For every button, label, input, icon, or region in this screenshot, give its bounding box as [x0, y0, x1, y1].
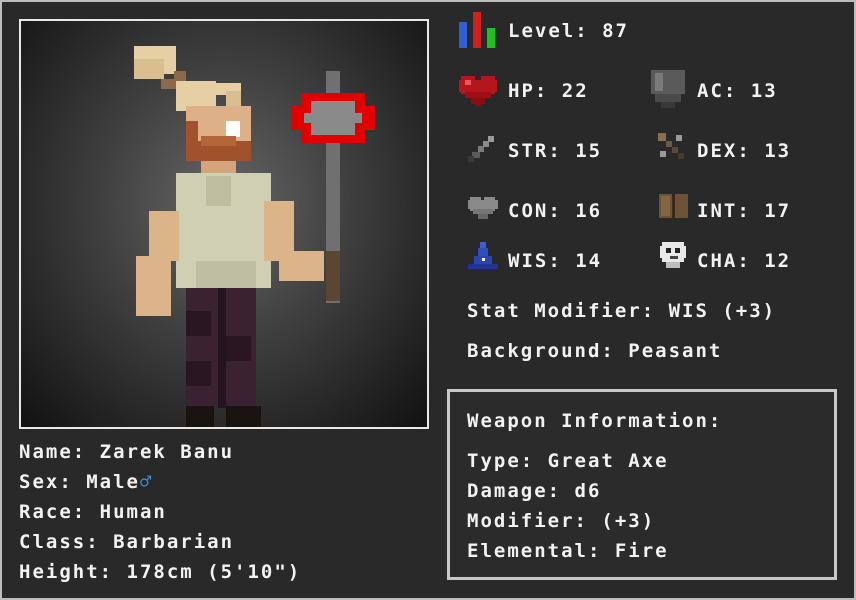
hp-value: 22 [561, 80, 589, 102]
heart-icon [459, 76, 497, 106]
weapon-type-row: Type: Great Axe [467, 450, 669, 472]
male-symbol-icon: ♂ [139, 471, 154, 493]
con-row: CON: 16 [508, 200, 602, 222]
weapon-elemental-row: Elemental: Fire [467, 540, 669, 562]
weapon-modifier-row: Modifier: (+3) [467, 510, 655, 532]
class-value: Barbarian [113, 531, 235, 553]
face-mask-icon [660, 242, 686, 268]
int-value: 17 [764, 200, 792, 222]
weapon-elemental-value: Fire [614, 540, 669, 562]
ac-row: AC: 13 [697, 80, 778, 102]
wizard-hat-icon [468, 242, 498, 269]
sex-row: Sex: Male♂ [19, 471, 153, 493]
cha-label: CHA: [697, 250, 751, 272]
level-bars-icon [459, 12, 495, 48]
hp-label: HP: [508, 80, 549, 102]
weapon-elemental-label: Elemental: [467, 540, 602, 562]
sex-label: Sex: [19, 471, 73, 493]
int-label: INT: [697, 200, 751, 222]
stat-modifier-value: WIS (+3) [668, 300, 777, 322]
book-icon [659, 194, 688, 218]
height-label: Height: [19, 561, 114, 583]
weapon-type-label: Type: [467, 450, 535, 472]
class-label: Class: [19, 531, 100, 553]
class-row: Class: Barbarian [19, 531, 234, 553]
height-value: 178cm (5'10") [126, 561, 302, 583]
crossbow-icon [658, 133, 684, 159]
level-row: Level: 87 [508, 20, 629, 42]
weapon-modifier-label: Modifier: [467, 510, 588, 532]
str-label: STR: [508, 140, 562, 162]
level-label: Level: [508, 20, 589, 42]
con-value: 16 [575, 200, 603, 222]
str-row: STR: 15 [508, 140, 602, 162]
height-row: Height: 178cm (5'10") [19, 561, 301, 583]
sex-value: Male [86, 471, 140, 493]
weapon-damage-label: Damage: [467, 480, 562, 502]
con-label: CON: [508, 200, 562, 222]
weapon-type-value: Great Axe [547, 450, 669, 472]
character-portrait [19, 19, 429, 429]
weapon-modifier-value: (+3) [601, 510, 656, 532]
weapon-damage-row: Damage: d6 [467, 480, 601, 502]
ac-value: 13 [750, 80, 778, 102]
wis-label: WIS: [508, 250, 562, 272]
wis-value: 14 [575, 250, 603, 272]
stat-modifier-label: Stat Modifier: [467, 300, 656, 322]
ac-label: AC: [697, 80, 738, 102]
wis-row: WIS: 14 [508, 250, 602, 272]
dex-label: DEX: [697, 140, 751, 162]
grey-heart-icon [468, 197, 498, 219]
int-row: INT: 17 [697, 200, 791, 222]
background-value: Peasant [628, 340, 723, 362]
barbarian-sprite [134, 46, 375, 427]
name-label: Name: [19, 441, 87, 463]
name-value: Zarek Banu [99, 441, 235, 463]
race-row: Race: Human [19, 501, 167, 523]
dex-row: DEX: 13 [697, 140, 791, 162]
dex-value: 13 [764, 140, 792, 162]
weapon-damage-value: d6 [574, 480, 602, 502]
shield-icon [651, 70, 685, 108]
name-row: Name: Zarek Banu [19, 441, 234, 463]
cha-value: 12 [764, 250, 792, 272]
level-value: 87 [602, 20, 629, 42]
background-label: Background: [467, 340, 615, 362]
race-value: Human [99, 501, 167, 523]
sword-icon [468, 136, 494, 162]
stat-modifier-row: Stat Modifier: WIS (+3) [467, 300, 776, 322]
background-row: Background: Peasant [467, 340, 722, 362]
race-label: Race: [19, 501, 87, 523]
hp-row: HP: 22 [508, 80, 589, 102]
cha-row: CHA: 12 [697, 250, 791, 272]
weapon-info-title: Weapon Information: [467, 410, 723, 432]
str-value: 15 [575, 140, 603, 162]
